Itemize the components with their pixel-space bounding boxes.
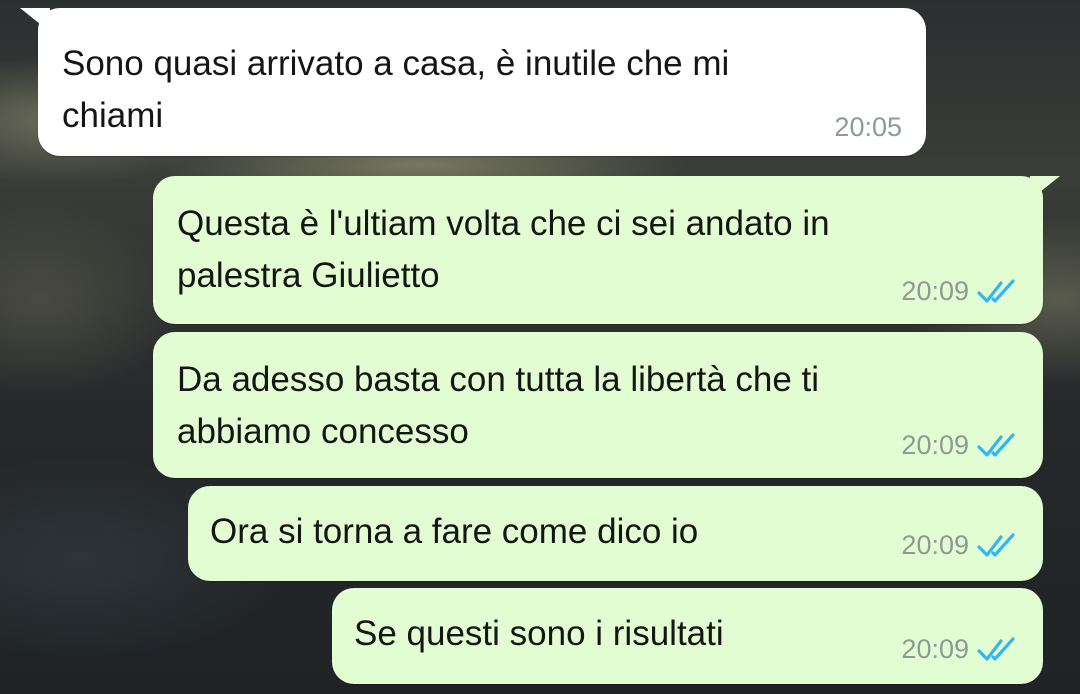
chat-conversation: Sono quasi arrivato a casa, è inutile ch…: [0, 0, 1080, 694]
message-bubble-outgoing[interactable]: Da adesso basta con tutta la libertà che…: [153, 332, 1043, 478]
message-meta: 20:09: [901, 430, 1019, 461]
message-bubble-outgoing[interactable]: Questa è l'ultiam volta che ci sei andat…: [153, 176, 1043, 324]
message-text: Questa è l'ultiam volta che ci sei andat…: [177, 204, 830, 295]
message-text: Ora si torna a fare come dico io: [210, 512, 699, 551]
message-timestamp: 20:09: [901, 430, 969, 460]
message-meta: 20:09: [901, 276, 1019, 307]
double-check-icon: [977, 636, 1015, 661]
message-meta: 20:09: [901, 530, 1019, 561]
message-timestamp: 20:09: [901, 276, 969, 306]
message-meta: 20:09: [901, 634, 1019, 665]
double-check-icon: [977, 532, 1015, 557]
message-meta: 20:05: [834, 112, 902, 143]
double-check-icon: [977, 278, 1015, 303]
message-bubble-outgoing[interactable]: Ora si torna a fare come dico io 20:09: [188, 486, 1043, 581]
message-bubble-incoming[interactable]: Sono quasi arrivato a casa, è inutile ch…: [38, 8, 926, 156]
message-text: Se questi sono i risultati: [354, 614, 724, 653]
message-text: Sono quasi arrivato a casa, è inutile ch…: [62, 44, 730, 135]
message-timestamp: 20:09: [901, 634, 969, 664]
message-timestamp: 20:09: [901, 530, 969, 560]
message-text: Da adesso basta con tutta la libertà che…: [177, 360, 820, 451]
message-timestamp: 20:05: [834, 112, 902, 142]
double-check-icon: [977, 432, 1015, 457]
message-bubble-outgoing[interactable]: Se questi sono i risultati 20:09: [332, 588, 1043, 684]
